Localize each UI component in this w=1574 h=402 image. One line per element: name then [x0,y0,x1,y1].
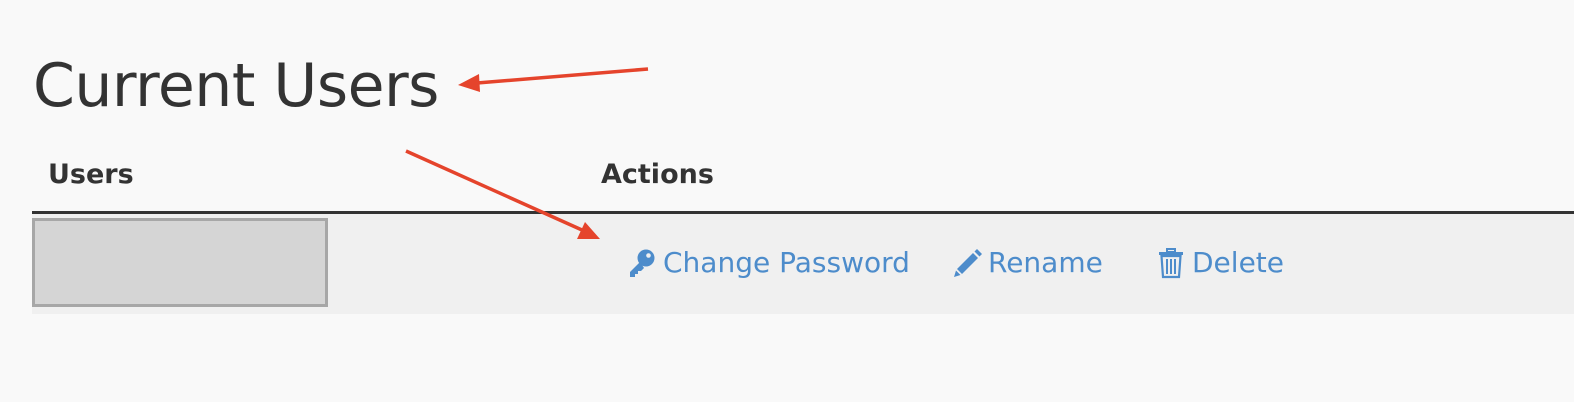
column-header-actions: Actions [601,159,714,190]
arrow-to-title [458,67,649,92]
table-header: Users Actions [32,150,1574,214]
table-row: Change Password Rename Delete [32,214,1574,314]
rename-button[interactable]: Rename [952,246,1103,280]
change-password-button[interactable]: Change Password [627,246,910,280]
change-password-label: Change Password [663,246,910,279]
page-title: Current Users [33,51,439,121]
delete-label: Delete [1192,246,1284,279]
pencil-icon [952,247,982,279]
column-header-users: Users [48,159,134,190]
redacted-username [32,218,328,307]
delete-button[interactable]: Delete [1156,246,1284,280]
key-icon [627,247,657,279]
rename-label: Rename [988,246,1103,279]
trash-icon [1156,247,1186,279]
